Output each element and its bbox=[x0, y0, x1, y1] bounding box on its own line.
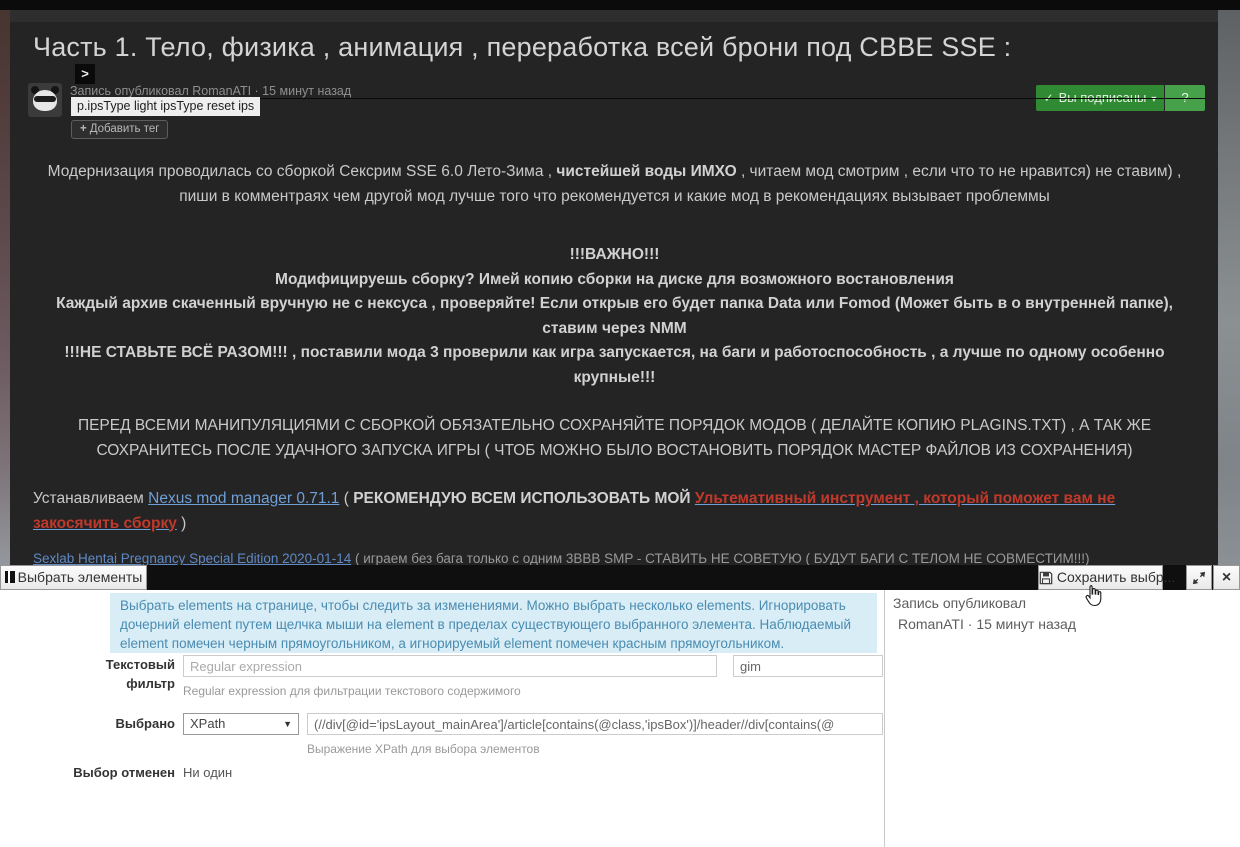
xpath-expression-input[interactable] bbox=[307, 713, 883, 735]
selector-type-value: XPath bbox=[190, 716, 225, 731]
page-title: Часть 1. Тело, физика , анимация , перер… bbox=[33, 32, 1193, 63]
forum-article-area: Часть 1. Тело, физика , анимация , перер… bbox=[10, 10, 1218, 565]
caret-down-icon: ▾ bbox=[1151, 94, 1156, 105]
dropdown-arrow-icon: ▼ bbox=[283, 714, 292, 734]
post-body: Модернизация проводилась со сборкой Секс… bbox=[33, 160, 1196, 536]
site-header-strip bbox=[10, 10, 1218, 22]
caps-paragraph: ПЕРЕД ВСЕМИ МАНИПУЛЯЦИЯМИ С СБОРКОЙ ОБЯЗ… bbox=[33, 414, 1196, 463]
paragraph: Модернизация проводилась со сборкой Секс… bbox=[33, 160, 1196, 209]
save-icon bbox=[1039, 571, 1053, 585]
avatar[interactable] bbox=[28, 83, 62, 117]
select-elements-icon bbox=[5, 571, 10, 583]
close-icon: × bbox=[1222, 569, 1231, 586]
selector-type-dropdown[interactable]: ▼ XPath bbox=[183, 713, 299, 735]
nexus-mod-manager-link[interactable]: Nexus mod manager 0.71.1 bbox=[148, 490, 339, 507]
element-monitor-panel: Выбрать элементы Сохранить выбр... × Выб… bbox=[0, 565, 1240, 847]
warning-line: Модифицируешь сборку? Имей копию сборки … bbox=[33, 268, 1196, 293]
screen: Часть 1. Тело, физика , анимация , перер… bbox=[0, 0, 1240, 847]
sexlab-mod-link[interactable]: Sexlab Hentai Pregnancy Special Edition … bbox=[33, 551, 351, 565]
avatar-panda-glasses bbox=[34, 96, 56, 102]
regex-help-text: Regular expression для фильтрации тексто… bbox=[183, 684, 521, 698]
deselected-label: Выбор отменен bbox=[0, 765, 175, 780]
selected-label: Выбрано bbox=[0, 716, 175, 731]
warning-line: Каждый архив скаченный вручную не с некс… bbox=[33, 292, 1196, 341]
post-meta: Запись опубликовал RomanATI · 15 минут н… bbox=[70, 84, 351, 98]
text-filter-label: фильтр bbox=[0, 676, 175, 691]
warning-line: !!!НЕ СТАВЬТЕ ВСЁ РАЗОМ!!! , поставили м… bbox=[33, 341, 1196, 390]
browser-top-strip bbox=[0, 0, 1240, 10]
instructions-box: Выбрать elements на странице, чтобы след… bbox=[110, 593, 877, 653]
warning-line: !!!ВАЖНО!!! bbox=[33, 243, 1196, 268]
install-paragraph: Устанавливаем Nexus mod manager 0.71.1 (… bbox=[33, 487, 1196, 536]
deselected-value: Ни один bbox=[183, 765, 232, 780]
chevron-right-icon: > bbox=[81, 66, 89, 81]
selected-element-preview-line2: RomanATI · 15 минут назад bbox=[898, 616, 1076, 632]
clipped-mod-line: Sexlab Hentai Pregnancy Special Edition … bbox=[33, 551, 1213, 565]
close-panel-button[interactable]: × bbox=[1213, 565, 1240, 590]
expand-arrows-icon bbox=[1192, 571, 1206, 585]
add-tag-label: Добавить тег bbox=[90, 123, 160, 135]
regex-flags-input[interactable] bbox=[733, 655, 883, 677]
selected-element-preview-line1: Запись опубликовал bbox=[893, 595, 1026, 611]
add-tag-button[interactable]: +Добавить тег bbox=[71, 120, 168, 139]
mouse-cursor bbox=[1082, 583, 1106, 609]
expand-panel-button[interactable] bbox=[1186, 565, 1212, 590]
regex-filter-input[interactable] bbox=[183, 655, 717, 677]
text-filter-label: Текстовый bbox=[0, 657, 175, 672]
xpath-help-text: Выражение XPath для выбора элементов bbox=[307, 742, 540, 756]
plus-icon: + bbox=[80, 123, 87, 135]
select-elements-button[interactable]: Выбрать элементы bbox=[0, 565, 147, 590]
element-selector-tooltip: p.ipsType light ipsType reset ips bbox=[71, 97, 260, 116]
panel-vertical-divider bbox=[884, 590, 885, 847]
selection-expand-tab[interactable]: > bbox=[75, 64, 95, 84]
